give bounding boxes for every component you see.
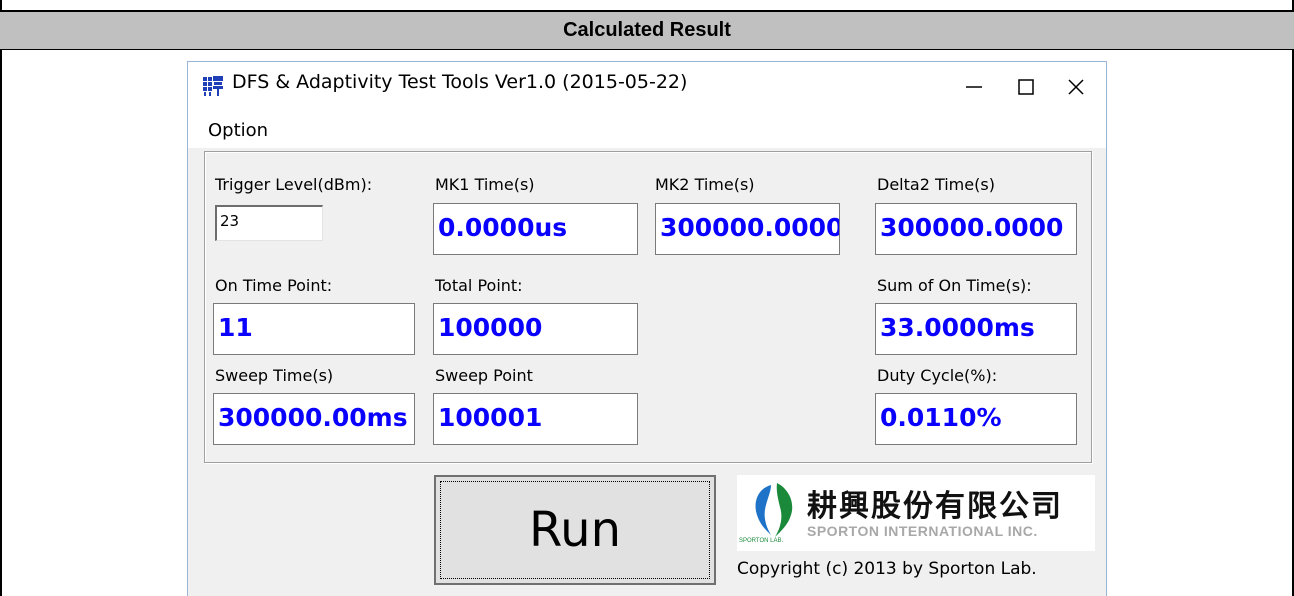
app-window: DFS & Adaptivity Test Tools Ver1.0 (2015… — [187, 61, 1107, 596]
menu-option[interactable]: Option — [208, 120, 268, 141]
sporton-logo-icon — [755, 483, 793, 537]
app-icon — [203, 76, 223, 96]
minimize-icon — [966, 86, 982, 88]
result-header-title: Calculated Result — [563, 19, 731, 41]
mk2-time-value: 300000.0000 — [655, 203, 840, 255]
trigger-level-label: Trigger Level(dBm): — [215, 175, 373, 194]
copyright-text: Copyright (c) 2013 by Sporton Lab. — [737, 559, 1037, 579]
trigger-level-input[interactable]: 23 — [215, 205, 323, 241]
mk2-time-label: MK2 Time(s) — [655, 175, 755, 194]
window-title: DFS & Adaptivity Test Tools Ver1.0 (2015… — [232, 71, 688, 93]
run-button-label: Run — [528, 502, 622, 558]
total-point-label: Total Point: — [435, 276, 523, 295]
mk1-time-value: 0.0000us — [433, 203, 638, 255]
close-button[interactable] — [1046, 62, 1106, 112]
sweep-time-label: Sweep Time(s) — [215, 366, 334, 385]
result-header: Calculated Result — [0, 12, 1294, 50]
duty-cycle-value: 0.0110% — [875, 393, 1077, 445]
sporton-logo: 耕興股份有限公司 SPORTON INTERNATIONAL INC. SPOR… — [737, 475, 1095, 551]
minimize-button[interactable] — [944, 62, 1004, 112]
duty-cycle-label: Duty Cycle(%): — [877, 366, 998, 385]
sweep-point-value: 100001 — [433, 393, 638, 445]
title-bar[interactable]: DFS & Adaptivity Test Tools Ver1.0 (2015… — [188, 62, 1106, 112]
delta2-time-label: Delta2 Time(s) — [877, 175, 995, 194]
on-time-point-value: 11 — [213, 303, 415, 355]
menu-bar: Option — [188, 112, 1106, 148]
measurement-group: Trigger Level(dBm): 23 MK1 Time(s) 0.000… — [204, 151, 1092, 463]
sweep-time-value: 300000.00ms — [213, 393, 415, 445]
logo-english-name: SPORTON INTERNATIONAL INC. — [807, 523, 1038, 539]
logo-lab-text: SPORTON LAB. — [739, 538, 784, 544]
run-button[interactable]: Run — [434, 475, 716, 585]
sweep-point-label: Sweep Point — [435, 366, 533, 385]
close-icon — [1068, 79, 1084, 95]
sum-on-time-value: 33.0000ms — [875, 303, 1077, 355]
delta2-time-value: 300000.0000 — [875, 203, 1077, 255]
total-point-value: 100000 — [433, 303, 638, 355]
mk1-time-label: MK1 Time(s) — [435, 175, 535, 194]
maximize-icon — [1018, 79, 1034, 95]
logo-chinese-name: 耕興股份有限公司 — [807, 489, 1063, 524]
sum-on-time-label: Sum of On Time(s): — [877, 276, 1032, 295]
on-time-point-label: On Time Point: — [215, 276, 333, 295]
